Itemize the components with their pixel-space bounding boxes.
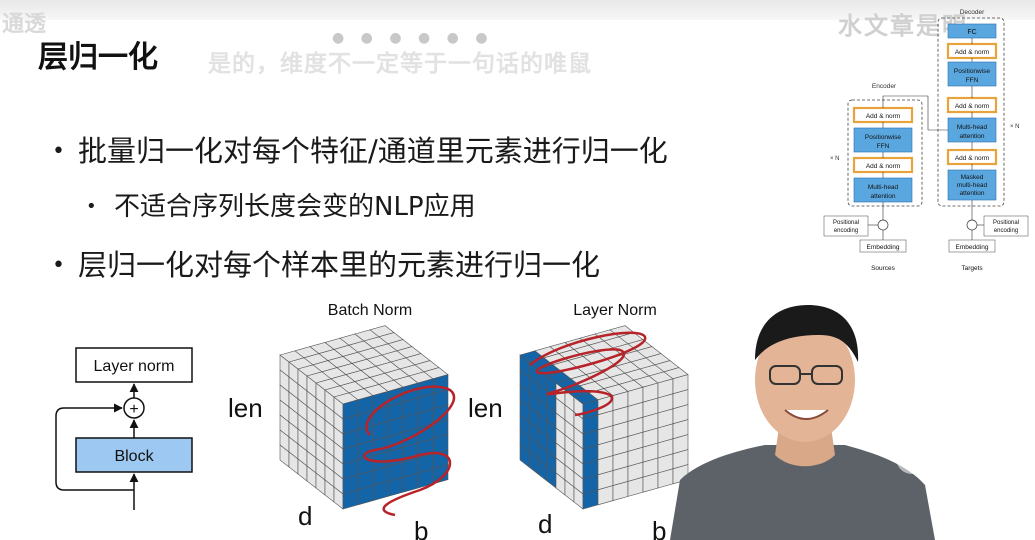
enc-mha-label-1: Multi-head xyxy=(868,184,899,191)
batch-d-label: d xyxy=(298,501,312,531)
src-posenc-label-1: Positional xyxy=(833,220,859,226)
encoder-label: Encoder xyxy=(872,83,897,90)
block-label: Block xyxy=(114,448,154,465)
src-add-node xyxy=(877,219,889,231)
src-posenc-label-2: encoding xyxy=(834,228,858,234)
norm-comparison-figure: Batch Norm Layer Norm len d b len d b xyxy=(228,302,689,540)
bilibili-ears-icon xyxy=(918,384,952,398)
bullet-dot: • xyxy=(86,196,97,217)
dec-addnorm-3-label: Add & norm xyxy=(955,49,989,56)
dec-masked-label-1: Masked xyxy=(961,174,984,181)
dec-ffn-label-1: Positionwise xyxy=(954,68,991,75)
page-title: 层归一化 xyxy=(38,40,158,75)
batch-norm-title: Batch Norm xyxy=(328,302,412,319)
layer-norm-label: Layer norm xyxy=(94,358,175,375)
enc-addnorm-1-label: Add & norm xyxy=(866,163,900,170)
bullet-dot: • xyxy=(52,139,65,164)
layer-norm-cube xyxy=(519,325,689,510)
play-icon xyxy=(920,416,954,456)
batch-len-label: len xyxy=(228,393,263,423)
dec-ffn-label-2: FFN xyxy=(966,77,979,84)
enc-addnorm-2-label: Add & norm xyxy=(866,113,900,120)
dec-addnorm-2-label: Add & norm xyxy=(955,103,989,110)
bullet-3-text: 层归一化对每个样本里的元素进行归一化 xyxy=(78,248,601,282)
dec-masked-label-2: multi-head xyxy=(957,182,988,189)
layer-len-label: len xyxy=(468,393,503,423)
tgt-posenc-label-1: Positional xyxy=(993,220,1019,226)
decoder-repeat-label: × N xyxy=(1010,124,1020,130)
sources-label: Sources xyxy=(871,265,896,272)
batch-norm-cube xyxy=(279,325,449,510)
dec-addnorm-1-label: Add & norm xyxy=(955,155,989,162)
layer-b-label: b xyxy=(652,516,666,540)
bullet-dot: • xyxy=(52,253,65,278)
enc-mha-label-2: attention xyxy=(871,193,896,200)
subtitle-caption: 是的，维度不一定等于一句话的唯鼠 xyxy=(208,51,592,77)
targets-label: Targets xyxy=(961,265,983,272)
residual-block-diagram: Layer norm + Block xyxy=(55,347,193,510)
encoder-repeat-label: × N xyxy=(830,156,840,162)
dec-mha-label-2: attention xyxy=(960,133,985,140)
add-node-plus: + xyxy=(129,401,138,418)
bullet-1-text: 批量归一化对每个特征/通道里元素进行归一化 xyxy=(78,134,668,168)
bullet-3: • 层归一化对每个样本里的元素进行归一化 xyxy=(52,242,600,284)
tgt-posenc-label-2: encoding xyxy=(994,228,1018,234)
enc-ffn-label-2: FFN xyxy=(877,143,890,150)
bullet-2-text: 不适合序列长度会变的NLP应用 xyxy=(114,192,476,222)
batch-b-label: b xyxy=(414,516,428,540)
bullet-1: • 批量归一化对每个特征/通道里元素进行归一化 xyxy=(52,128,668,170)
dec-masked-label-3: attention xyxy=(960,190,985,197)
bullet-2: • 不适合序列长度会变的NLP应用 xyxy=(86,186,476,223)
tgt-embedding-label: Embedding xyxy=(956,244,989,251)
transformer-diagram: Decoder FC Encoder × N × N Add & norm Po… xyxy=(823,9,1029,272)
enc-ffn-label-1: Positionwise xyxy=(865,134,902,141)
layer-d-label: d xyxy=(538,509,552,539)
fc-label: FC xyxy=(967,29,976,36)
decoder-label: Decoder xyxy=(960,9,985,16)
tgt-add-node xyxy=(966,219,978,231)
src-embedding-label: Embedding xyxy=(867,244,900,251)
layer-norm-title: Layer Norm xyxy=(573,302,657,319)
play-button[interactable] xyxy=(896,384,974,474)
dec-mha-label-1: Multi-head xyxy=(957,124,988,131)
